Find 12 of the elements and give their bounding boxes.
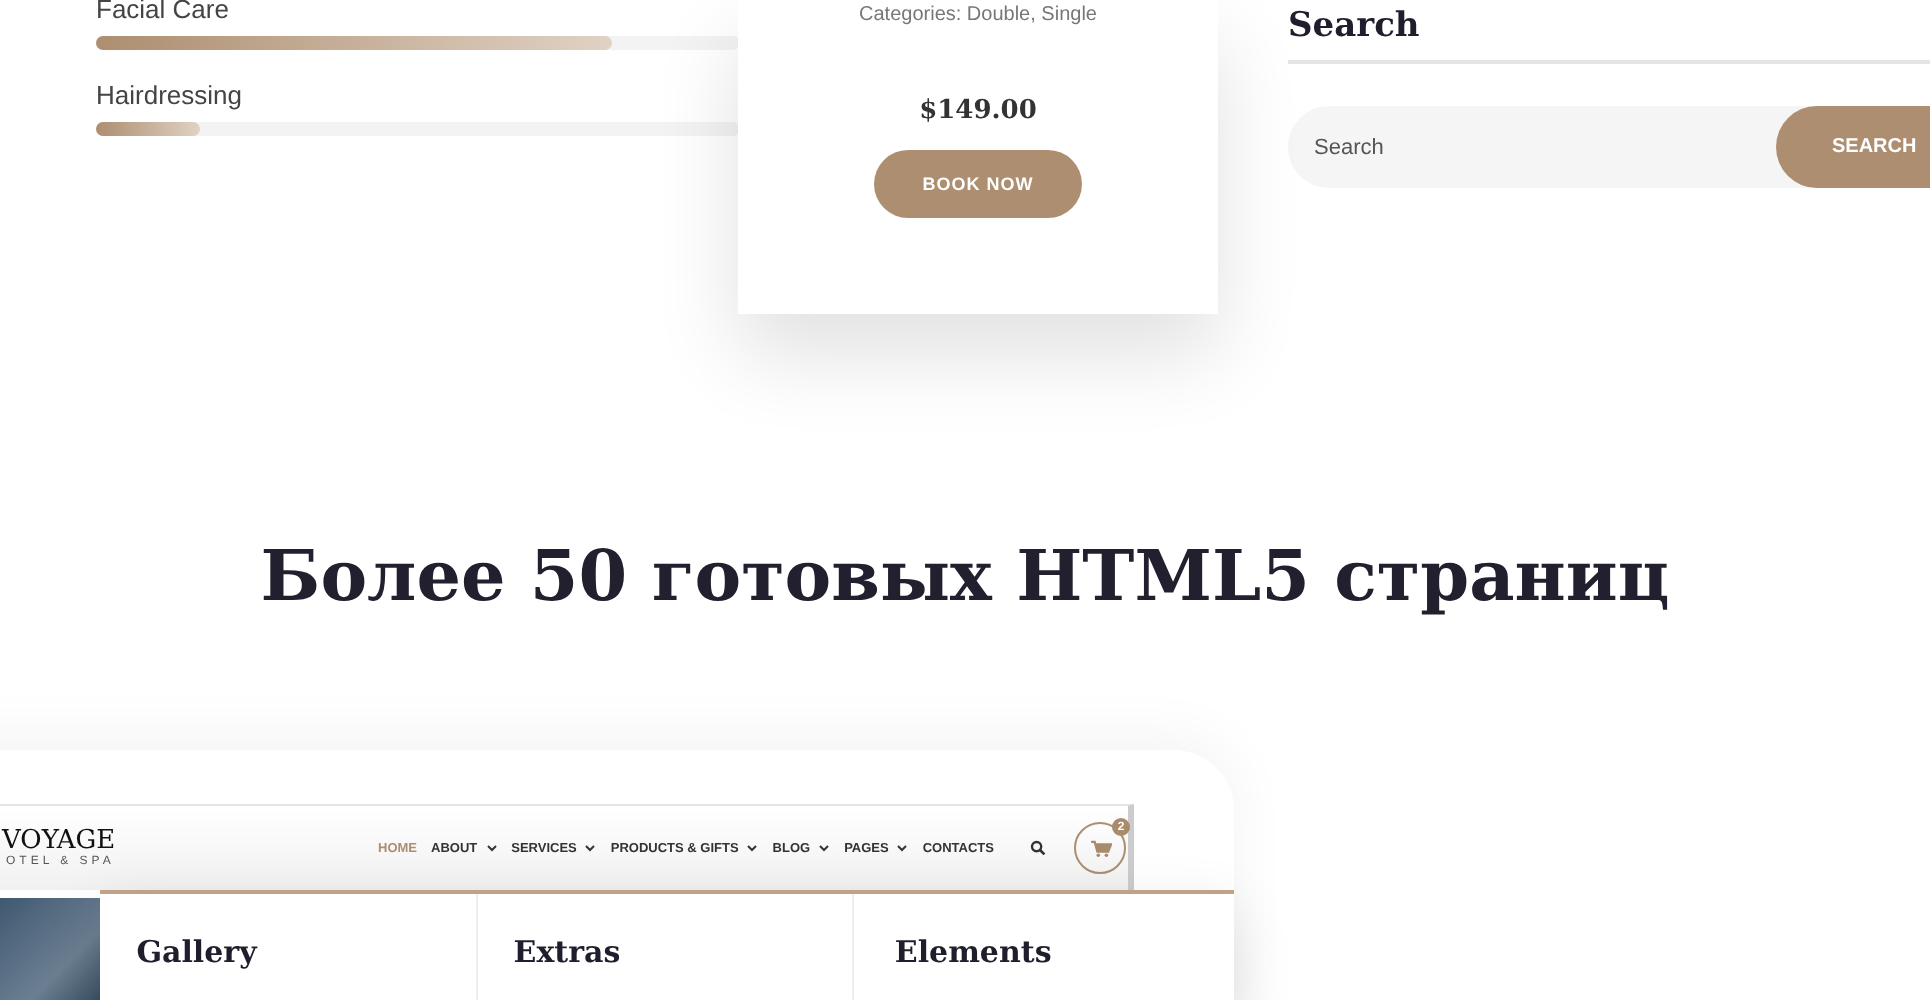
widget-title: Search [1288,6,1930,64]
photo-placeholder [0,898,101,1000]
logo-text: VOYAGE [2,828,118,856]
search-icon[interactable] [1030,840,1046,856]
skill-label: Hairdressing [96,78,244,112]
cart-icon [1089,839,1111,857]
room-categories: Categories: Double, Single [859,4,1097,26]
section-heading: Более 50 готовых HTML5 страниц [258,534,1672,622]
menu-column-title: Elements [894,934,1052,970]
room-price: $149.00 [919,96,1037,126]
menu-column-title: Gallery [136,934,257,970]
menu-column-title: Extras [513,934,621,970]
